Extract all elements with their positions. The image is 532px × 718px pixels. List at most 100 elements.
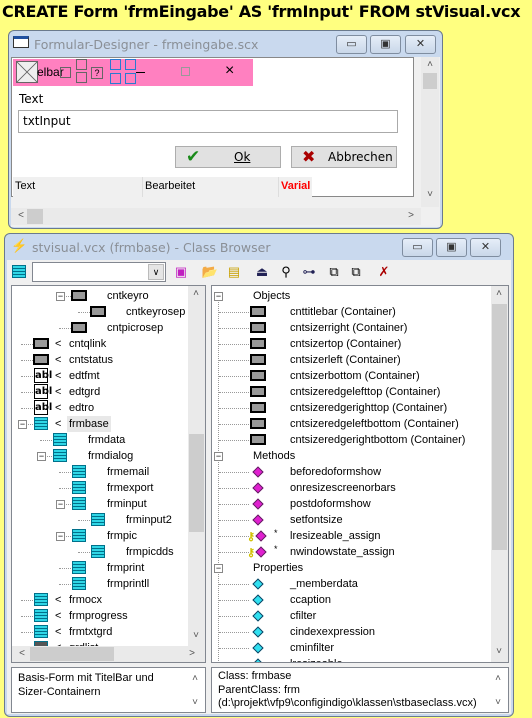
horizontal-scrollbar[interactable]: < > [11, 208, 421, 225]
minimize-button[interactable]: ▭ [402, 238, 433, 257]
member-list[interactable]: − Objects cnttitlebar (Container) cntsizerr… [211, 285, 509, 663]
hierarchy-icon[interactable]: ⊶ [300, 264, 318, 280]
tree-item[interactable]: frmexport [12, 480, 187, 496]
collapse-toggle[interactable]: − [214, 292, 223, 301]
minimize-button[interactable]: ▭ [336, 35, 367, 54]
collapse-toggle[interactable]: − [214, 452, 223, 461]
container-icon [250, 306, 266, 317]
member-item[interactable]: lresizeable [212, 656, 492, 662]
member-group[interactable]: − Methods [212, 448, 492, 464]
expand-toggle[interactable]: − [56, 532, 65, 541]
form-canvas[interactable]: elbar ? × Text txtInput ✔ Ok ✖ Abbrechen… [11, 57, 414, 197]
class-info[interactable]: Class: frmbase ParentClass: frm (d:\proj… [211, 667, 509, 713]
class-description[interactable]: Basis-Form mit TitelBar und Sizer-Contai… [11, 667, 206, 713]
member-group[interactable]: − Properties [212, 560, 492, 576]
close-button[interactable]: ✕ [470, 238, 501, 257]
ok-button[interactable]: ✔ Ok [175, 146, 281, 168]
container-icon [250, 370, 266, 381]
member-item[interactable]: cntsizertop (Container) [212, 336, 492, 352]
vertical-scrollbar[interactable]: ˄ ˅ [421, 57, 439, 207]
tree-item[interactable]: − frminput [12, 496, 187, 512]
new-class-icon[interactable]: ▤ [225, 264, 243, 280]
scroll-thumb[interactable] [189, 434, 204, 532]
scroll-left-arrow[interactable]: < [14, 648, 30, 659]
tree-item[interactable]: − cntkeyro [12, 288, 187, 304]
member-item[interactable]: cminfilter [212, 640, 492, 656]
member-item[interactable]: cntsizerleft (Container) [212, 352, 492, 368]
class-combo[interactable]: ∨ [32, 262, 166, 282]
member-item[interactable]: cntsizerbottom (Container) [212, 368, 492, 384]
tree-item[interactable]: cntpicrosep [12, 320, 187, 336]
titlebar-container[interactable]: elbar ? × [13, 59, 253, 86]
class-browser-icon: ⚡ [11, 238, 28, 253]
class-library-icon[interactable]: ▣ [172, 264, 190, 280]
scroll-up-arrow[interactable]: ˄ [188, 288, 204, 299]
open-icon[interactable]: 📂 [201, 264, 219, 280]
expand-toggle[interactable]: − [56, 292, 65, 301]
view-icon[interactable] [12, 265, 26, 278]
tree-item[interactable]: frmprintll [12, 576, 187, 592]
class-tree[interactable]: − cntkeyro cntkeyrosep cntpicrosep < cntqlink… [11, 285, 206, 663]
rename-icon[interactable]: ⧉ [347, 264, 365, 280]
tree-item[interactable]: frmprint [12, 560, 187, 576]
member-item[interactable]: ccaption [212, 592, 492, 608]
remove-icon[interactable]: ✗ [375, 264, 393, 280]
tree-item[interactable]: − < frmbase [12, 416, 187, 432]
tree-item[interactable]: < cntstatus [12, 352, 187, 368]
member-item[interactable]: ⚷ * lresizeable_assign [212, 528, 492, 544]
maximize-button[interactable]: ▣ [436, 238, 467, 257]
chevron-down-icon[interactable]: ∨ [148, 264, 164, 280]
tree-item[interactable]: frmdata [12, 432, 187, 448]
tree-item[interactable]: cntkeyrosep [12, 304, 187, 320]
find-icon[interactable]: ⚲ [277, 264, 295, 280]
member-item[interactable]: cntsizerright (Container) [212, 320, 492, 336]
tree-item[interactable]: < frmtxtgrd [12, 624, 187, 640]
maximize-button[interactable]: ▣ [370, 35, 401, 54]
member-item[interactable]: cfilter [212, 608, 492, 624]
tree-item[interactable]: < cntqlink [12, 336, 187, 352]
member-item[interactable]: cnttitlebar (Container) [212, 304, 492, 320]
member-item[interactable]: cntsizeredgeleftbottom (Container) [212, 416, 492, 432]
class-browser-titlebar[interactable]: ⚡ stvisual.vcx (frmbase) - Class Browser… [5, 234, 513, 260]
member-item[interactable]: cindexexpression [212, 624, 492, 640]
scroll-down-arrow[interactable]: ˅ [188, 630, 204, 641]
tree-item[interactable]: abl < edtgrd [12, 384, 187, 400]
member-item[interactable]: _memberdata [212, 576, 492, 592]
close-button[interactable]: ✕ [405, 35, 436, 54]
scroll-up-arrow[interactable]: ˄ [491, 288, 507, 299]
member-item[interactable]: cntsizeredgerightbottom (Container) [212, 432, 492, 448]
text-input[interactable]: txtInput [18, 110, 398, 133]
expand-toggle[interactable]: − [18, 420, 27, 429]
tree-vertical-scrollbar[interactable]: ˄ ˅ [188, 286, 205, 646]
tree-item[interactable]: abl < edtfmt [12, 368, 187, 384]
tree-item[interactable]: frmemail [12, 464, 187, 480]
expand-toggle[interactable]: − [37, 452, 46, 461]
member-group[interactable]: − Objects [212, 288, 492, 304]
member-item[interactable]: cntsizeredgerighttop (Container) [212, 400, 492, 416]
member-vertical-scrollbar[interactable]: ˄ ˅ [491, 286, 508, 662]
form-designer-titlebar[interactable]: Formular-Designer - frmeingabe.scx ▭ ▣ ✕ [9, 31, 442, 57]
scroll-right-arrow[interactable]: > [184, 648, 200, 659]
scroll-down-arrow[interactable]: ˅ [491, 646, 507, 657]
expand-toggle[interactable]: − [56, 500, 65, 509]
tree-horizontal-scrollbar[interactable]: < > [12, 646, 205, 662]
member-item[interactable]: setfontsize [212, 512, 492, 528]
copy-icon[interactable]: ⧉ [325, 264, 343, 280]
tree-item[interactable]: − frmdialog [12, 448, 187, 464]
cancel-button[interactable]: ✖ Abbrechen [291, 146, 397, 168]
tree-item[interactable]: abl < edtro [12, 400, 187, 416]
member-item[interactable]: postdoformshow [212, 496, 492, 512]
tree-item[interactable]: frminput2 [12, 512, 187, 528]
member-item[interactable]: ⚷ * nwindowstate_assign [212, 544, 492, 560]
tree-item[interactable]: frmpicdds [12, 544, 187, 560]
member-item[interactable]: onresizescreenorbars [212, 480, 492, 496]
tree-item[interactable]: − frmpic [12, 528, 187, 544]
member-item[interactable]: cntsizeredgelefttop (Container) [212, 384, 492, 400]
tree-item[interactable]: < frmprogress [12, 608, 187, 624]
scroll-thumb[interactable] [30, 647, 114, 661]
collapse-toggle[interactable]: − [214, 564, 223, 573]
redefine-icon[interactable]: ⏏ [253, 264, 271, 280]
tree-item[interactable]: < frmocx [12, 592, 187, 608]
member-item[interactable]: beforedoformshow [212, 464, 492, 480]
scroll-thumb[interactable] [492, 304, 507, 550]
